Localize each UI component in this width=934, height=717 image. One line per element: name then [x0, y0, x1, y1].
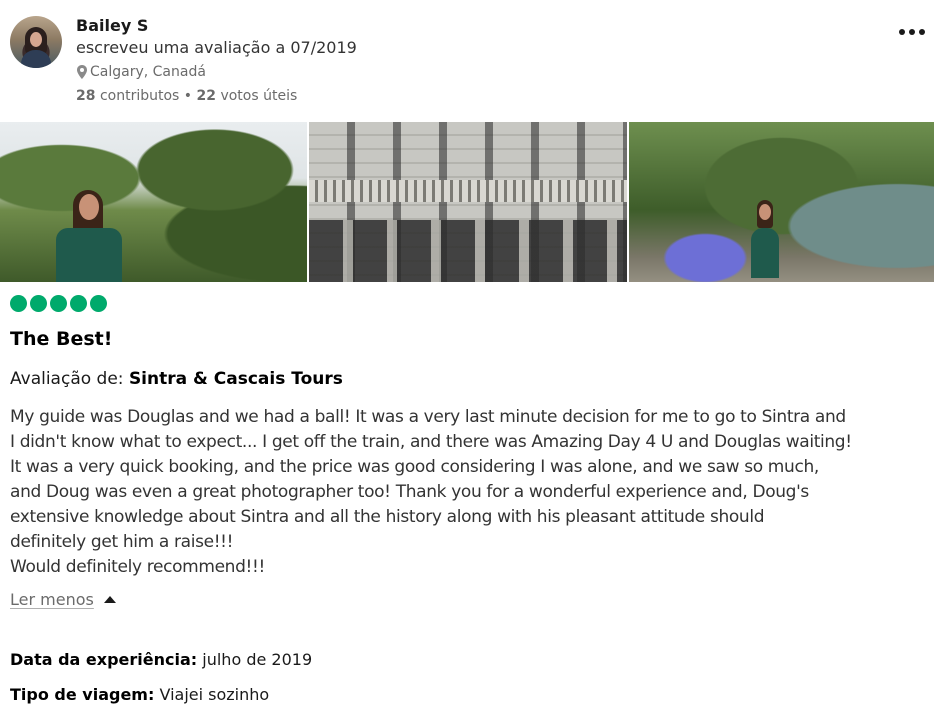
- reviewed-subject-link[interactable]: Sintra & Cascais Tours: [129, 369, 343, 389]
- avatar-body: [21, 50, 51, 68]
- reviewed-subject-line: Avaliação de: Sintra & Cascais Tours: [10, 369, 343, 389]
- trip-type: Tipo de viagem: Viajei sozinho: [10, 685, 269, 704]
- review-photo-strip: [0, 122, 934, 282]
- more-dot: [899, 29, 905, 35]
- review-body: My guide was Douglas and we had a ball! …: [10, 407, 852, 577]
- review-meta-text: escreveu uma avaliação a 07/2019: [76, 38, 357, 57]
- user-stats: 28 contributos • 22 votos úteis: [76, 88, 297, 104]
- rating-bubble-3: [50, 295, 67, 312]
- rating-bubble-5: [90, 295, 107, 312]
- caret-up-icon: [103, 596, 116, 603]
- photo-balcony: [309, 180, 627, 202]
- avatar-face: [30, 32, 42, 47]
- photo-person: [750, 200, 779, 282]
- trip-type-label: Tipo de viagem:: [10, 685, 155, 704]
- user-location: Calgary, Canadá: [76, 64, 206, 80]
- person-dress: [56, 228, 122, 282]
- more-options-button[interactable]: [896, 18, 928, 46]
- experience-date-label: Data da experiência:: [10, 650, 198, 669]
- contributions-label: contributos: [99, 88, 180, 104]
- person-head: [758, 204, 771, 220]
- review-photo-2[interactable]: [309, 122, 627, 282]
- username-link[interactable]: Bailey S: [76, 16, 148, 35]
- helpful-votes-label: votos úteis: [220, 88, 298, 104]
- map-pin-icon: [77, 65, 87, 79]
- rating-bubble-2: [30, 295, 47, 312]
- more-dot: [909, 29, 915, 35]
- more-dot: [919, 29, 925, 35]
- person-head: [79, 194, 99, 220]
- trip-type-value: Viajei sozinho: [159, 685, 270, 704]
- experience-date-value: julho de 2019: [202, 650, 313, 669]
- stats-separator: •: [183, 88, 193, 104]
- experience-date: Data da experiência: julho de 2019: [10, 650, 312, 669]
- photo-person: [56, 190, 122, 282]
- review-card: Bailey S escreveu uma avaliação a 07/201…: [0, 0, 934, 717]
- rating-bubbles: [10, 295, 107, 312]
- review-photo-1[interactable]: [0, 122, 308, 282]
- reviewed-prefix: Avaliação de:: [10, 369, 124, 389]
- contributions-count: 28: [76, 88, 96, 104]
- person-dress: [750, 228, 779, 278]
- user-avatar[interactable]: [10, 16, 62, 68]
- rating-bubble-4: [70, 295, 87, 312]
- review-title: The Best!: [10, 328, 113, 350]
- review-photo-3[interactable]: [628, 122, 934, 282]
- user-location-text: Calgary, Canadá: [90, 64, 206, 80]
- photo-arches: [309, 220, 627, 282]
- read-less-button[interactable]: Ler menos: [10, 590, 116, 609]
- rating-bubble-1: [10, 295, 27, 312]
- helpful-votes-count: 22: [196, 88, 216, 104]
- read-less-label: Ler menos: [10, 590, 94, 609]
